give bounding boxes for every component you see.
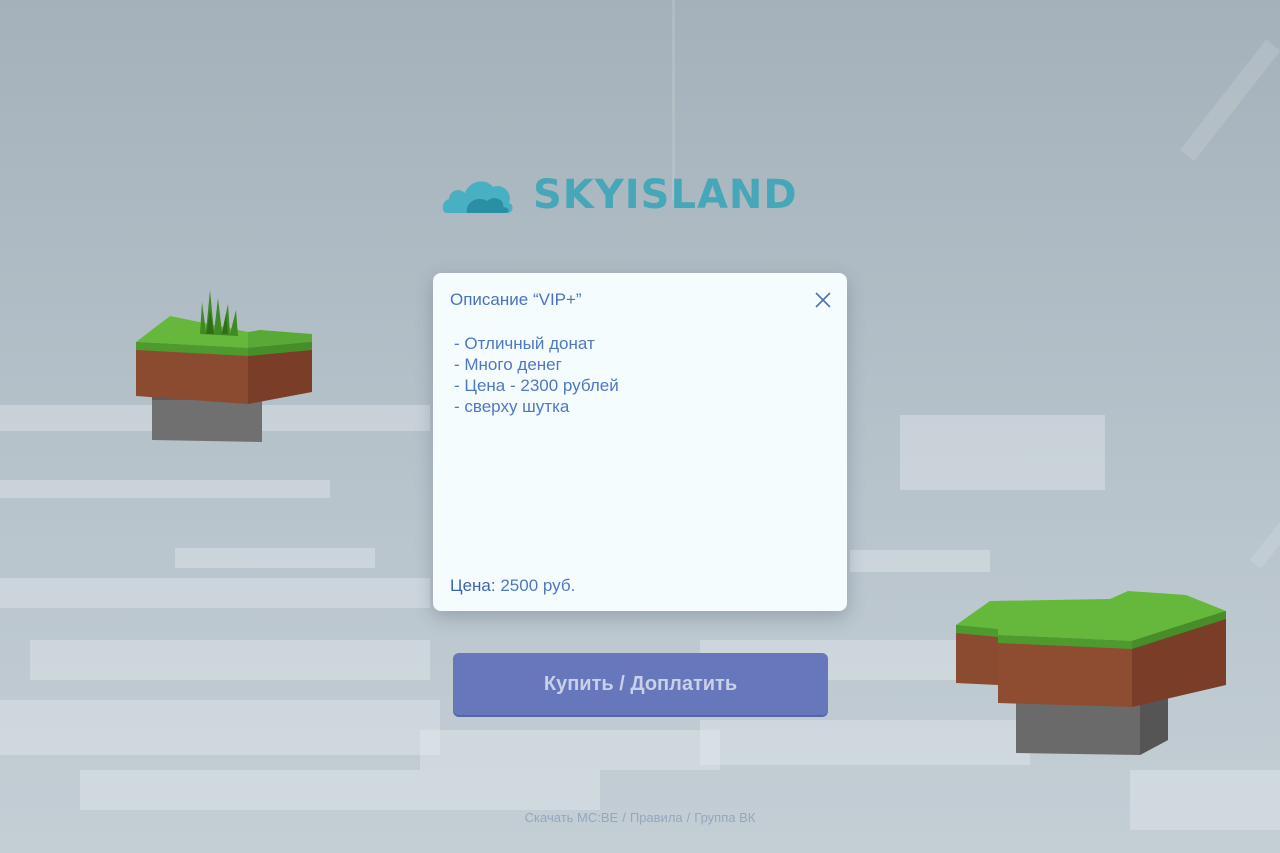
page-background: SKYISLAND Описание “VIP+” - Отличный дон… bbox=[0, 0, 1280, 853]
floating-island-right bbox=[956, 591, 1226, 755]
description-line: - Цена - 2300 рублей bbox=[454, 376, 619, 395]
cloud-block bbox=[0, 700, 440, 755]
cloud-block bbox=[0, 480, 330, 498]
price-value: 2500 руб. bbox=[500, 576, 576, 595]
cloud-block bbox=[900, 415, 1105, 490]
cloud-block bbox=[80, 770, 600, 810]
vk-group-link[interactable]: Группа ВК bbox=[694, 810, 755, 825]
description-line: - Отличный донат bbox=[454, 334, 595, 353]
dialog-title: Описание “VIP+” bbox=[450, 290, 582, 309]
floating-island-left bbox=[136, 290, 312, 442]
download-mcbe-link[interactable]: Скачать MC:BE bbox=[525, 810, 619, 825]
rules-link[interactable]: Правила bbox=[630, 810, 683, 825]
description-line: - сверху шутка bbox=[454, 397, 570, 416]
logo-wordmark: SKYISLAND bbox=[533, 172, 798, 218]
footer-separator: / bbox=[622, 810, 626, 825]
buy-button[interactable]: Купить / Доплатить bbox=[453, 653, 828, 715]
cloud-block bbox=[420, 730, 720, 770]
description-list: - Отличный донат - Много денег - Цена - … bbox=[454, 333, 619, 417]
footer-links: Скачать MC:BE / Правила / Группа ВК bbox=[0, 810, 1280, 825]
skyisland-logo[interactable]: SKYISLAND bbox=[441, 170, 841, 220]
price-label: Цена: bbox=[450, 576, 496, 595]
price-row: Цена: 2500 руб. bbox=[450, 576, 575, 596]
cloud-logo-icon bbox=[442, 181, 513, 213]
cloud-block bbox=[850, 550, 990, 572]
close-icon[interactable] bbox=[813, 290, 833, 310]
footer-separator: / bbox=[686, 810, 691, 825]
cloud-block bbox=[0, 578, 430, 608]
description-line: - Много денег bbox=[454, 355, 562, 374]
cloud-block bbox=[175, 548, 375, 568]
vip-description-dialog: Описание “VIP+” - Отличный донат - Много… bbox=[433, 273, 847, 611]
cloud-block bbox=[30, 640, 430, 680]
